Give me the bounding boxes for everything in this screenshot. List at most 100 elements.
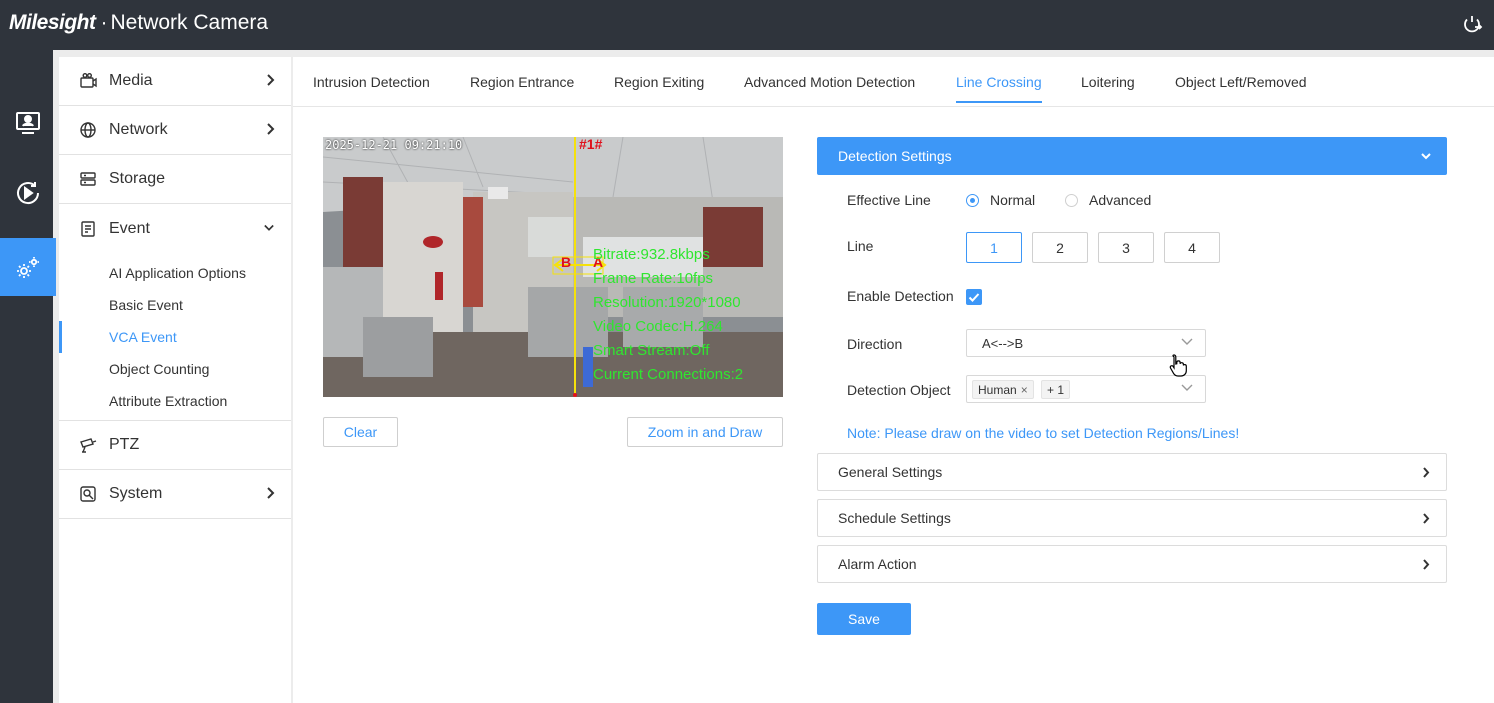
line-label-text: Line: [847, 238, 874, 254]
enable-detection-label: Enable Detection: [847, 288, 954, 304]
system-icon: [80, 486, 96, 502]
stat-smart-stream: Smart Stream:Off: [593, 342, 710, 359]
chevron-right-icon: [267, 123, 275, 135]
detection-object-label: Detection Object: [847, 382, 951, 398]
general-settings-section[interactable]: General Settings: [817, 453, 1447, 491]
line-button-3[interactable]: 3: [1098, 232, 1154, 263]
stat-frame-rate: Frame Rate:10fps: [593, 270, 714, 287]
zoom-draw-button[interactable]: Zoom in and Draw: [627, 417, 783, 447]
radio-advanced-label: Advanced: [1089, 192, 1152, 208]
live-view-icon: [16, 112, 40, 134]
menu-media-label: Media: [109, 72, 153, 89]
line-point-b: B: [561, 254, 572, 270]
general-settings-title: General Settings: [838, 464, 943, 480]
chevron-right-icon: [1423, 513, 1430, 524]
chevron-right-icon: [1423, 559, 1430, 570]
submenu-object-counting[interactable]: Object Counting: [59, 353, 291, 385]
detection-settings-title: Detection Settings: [838, 148, 952, 164]
brand-logo: Milesight: [9, 11, 96, 34]
menu-event-label: Event: [109, 219, 150, 237]
product-name: Network Camera: [110, 11, 269, 34]
stat-video-codec: Video Codec:H.264: [593, 318, 723, 335]
chevron-right-icon: [267, 487, 275, 499]
menu-network[interactable]: Network: [59, 106, 291, 155]
icon-rail: [0, 50, 56, 703]
direction-label: Direction: [847, 336, 903, 352]
video-timestamp: 2025-12-21 09:21:10: [325, 138, 463, 152]
submenu-vca-event[interactable]: VCA Event: [59, 321, 291, 353]
menu-ptz-label: PTZ: [109, 436, 140, 453]
radio-advanced[interactable]: [1065, 194, 1078, 207]
chevron-down-icon: [264, 224, 274, 231]
detection-object-select[interactable]: Human × + 1: [966, 375, 1206, 403]
chevron-down-icon: [1421, 153, 1431, 160]
camera-icon: [80, 73, 97, 88]
radio-normal[interactable]: [966, 194, 979, 207]
menu-ptz[interactable]: PTZ: [59, 421, 291, 470]
event-icon: [81, 220, 95, 237]
globe-icon: [80, 122, 96, 138]
event-submenu: AI Application Options Basic Event VCA E…: [59, 253, 291, 421]
submenu-ai-application-options[interactable]: AI Application Options: [59, 257, 291, 289]
rail-settings[interactable]: [0, 238, 56, 296]
menu-media[interactable]: Media: [59, 57, 291, 106]
line-button-1[interactable]: 1: [966, 232, 1022, 263]
tab-region-entrance[interactable]: Region Entrance: [470, 74, 574, 101]
close-icon[interactable]: ×: [1021, 383, 1028, 397]
effective-line-label: Effective Line: [847, 192, 931, 208]
rail-live-view[interactable]: [0, 94, 56, 152]
ptz-icon: [80, 438, 97, 453]
draw-note: Note: Please draw on the video to set De…: [847, 425, 1240, 441]
object-tag-more: + 1: [1041, 380, 1071, 399]
submenu-basic-event[interactable]: Basic Event: [59, 289, 291, 321]
chevron-right-icon: [1423, 467, 1430, 478]
line-label: #1#: [579, 137, 603, 152]
line-button-2[interactable]: 2: [1032, 232, 1088, 263]
logout-icon[interactable]: [1460, 13, 1484, 37]
tab-intrusion-detection[interactable]: Intrusion Detection: [313, 74, 430, 101]
video-preview[interactable]: 2025-12-21 09:21:10 #1# B A Bitrate:932.…: [323, 137, 783, 397]
direction-value: A<-->B: [982, 336, 1024, 351]
detection-settings-header[interactable]: Detection Settings: [817, 137, 1447, 175]
settings-icon: [17, 257, 39, 278]
side-menu: Media Network Storage Event AI Applicati…: [59, 57, 291, 703]
alarm-action-section[interactable]: Alarm Action: [817, 545, 1447, 583]
schedule-settings-section[interactable]: Schedule Settings: [817, 499, 1447, 537]
chevron-down-icon: [1181, 384, 1193, 391]
tab-loitering[interactable]: Loitering: [1081, 74, 1135, 101]
enable-detection-checkbox[interactable]: [966, 289, 982, 305]
tab-region-exiting[interactable]: Region Exiting: [614, 74, 704, 101]
tab-line-crossing[interactable]: Line Crossing: [956, 74, 1042, 103]
line-button-4[interactable]: 4: [1164, 232, 1220, 263]
object-tag-label: Human: [978, 382, 1017, 397]
tab-advanced-motion-detection[interactable]: Advanced Motion Detection: [744, 74, 915, 101]
tab-bar: Intrusion Detection Region Entrance Regi…: [293, 57, 1494, 107]
menu-storage[interactable]: Storage: [59, 155, 291, 204]
menu-system-label: System: [109, 485, 163, 502]
menu-event[interactable]: Event: [59, 204, 291, 253]
stream-stats: Bitrate:932.8kbps Frame Rate:10fps Resol…: [593, 243, 743, 387]
radio-normal-label: Normal: [990, 192, 1036, 208]
menu-storage-label: Storage: [109, 170, 166, 187]
stat-resolution: Resolution:1920*1080: [593, 294, 741, 311]
alarm-action-title: Alarm Action: [838, 556, 917, 572]
menu-network-label: Network: [109, 121, 168, 138]
checkmark-icon: [968, 293, 980, 302]
main-panel: Intrusion Detection Region Entrance Regi…: [293, 57, 1494, 703]
tab-object-left-removed[interactable]: Object Left/Removed: [1175, 74, 1307, 101]
playback-icon: [17, 182, 40, 205]
schedule-settings-title: Schedule Settings: [838, 510, 951, 526]
chevron-down-icon: [1181, 338, 1193, 345]
stat-connections: Current Connections:2: [593, 366, 744, 383]
object-tag-human[interactable]: Human ×: [972, 380, 1034, 399]
clear-button[interactable]: Clear: [323, 417, 398, 447]
brand: Milesight · Network Camera: [9, 11, 269, 34]
chevron-right-icon: [267, 74, 275, 86]
save-button[interactable]: Save: [817, 603, 911, 635]
storage-icon: [80, 172, 96, 186]
submenu-attribute-extraction[interactable]: Attribute Extraction: [59, 385, 291, 417]
hand-cursor-icon: [1169, 354, 1187, 377]
menu-system[interactable]: System: [59, 470, 291, 519]
stat-bitrate: Bitrate:932.8kbps: [593, 246, 710, 263]
rail-playback[interactable]: [0, 164, 56, 222]
